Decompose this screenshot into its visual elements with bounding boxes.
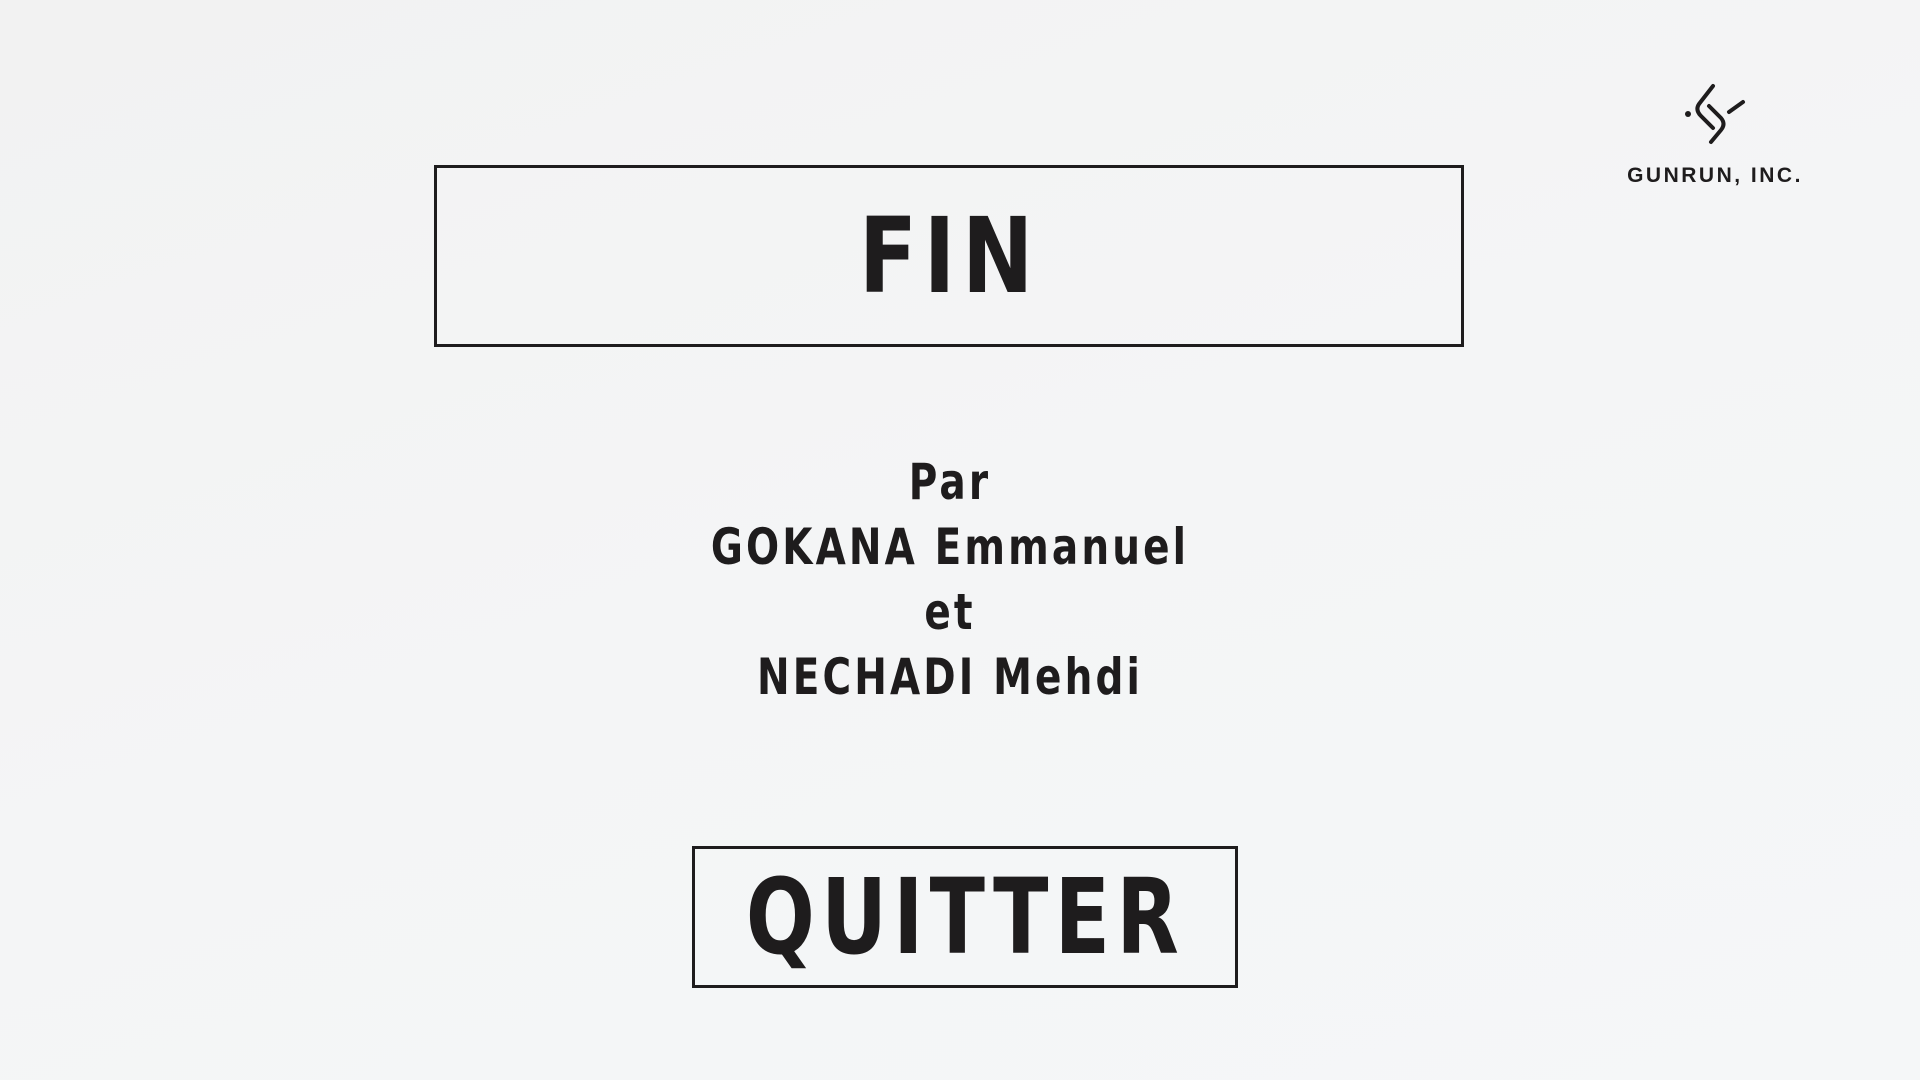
credits-block: Par GOKANA Emmanuel et NECHADI Mehdi	[560, 450, 1340, 710]
brand: GUNRUN, INC.	[1600, 78, 1830, 188]
quit-button[interactable]: QUITTER	[692, 846, 1238, 988]
quit-button-label: QUITTER	[745, 856, 1185, 978]
end-screen: FIN Par GOKANA Emmanuel et NECHADI Mehdi…	[0, 0, 1920, 1080]
title-frame: FIN	[434, 165, 1464, 347]
brand-name: GUNRUN, INC.	[1627, 164, 1803, 187]
credits-line-author-2: NECHADI Mehdi	[756, 648, 1144, 706]
credits-line-author-1: GOKANA Emmanuel	[710, 518, 1190, 576]
title-text: FIN	[858, 195, 1040, 317]
gunrun-logo-icon	[1685, 84, 1745, 144]
credits-line-par: Par	[908, 453, 992, 511]
credits-line-et: et	[924, 583, 976, 641]
